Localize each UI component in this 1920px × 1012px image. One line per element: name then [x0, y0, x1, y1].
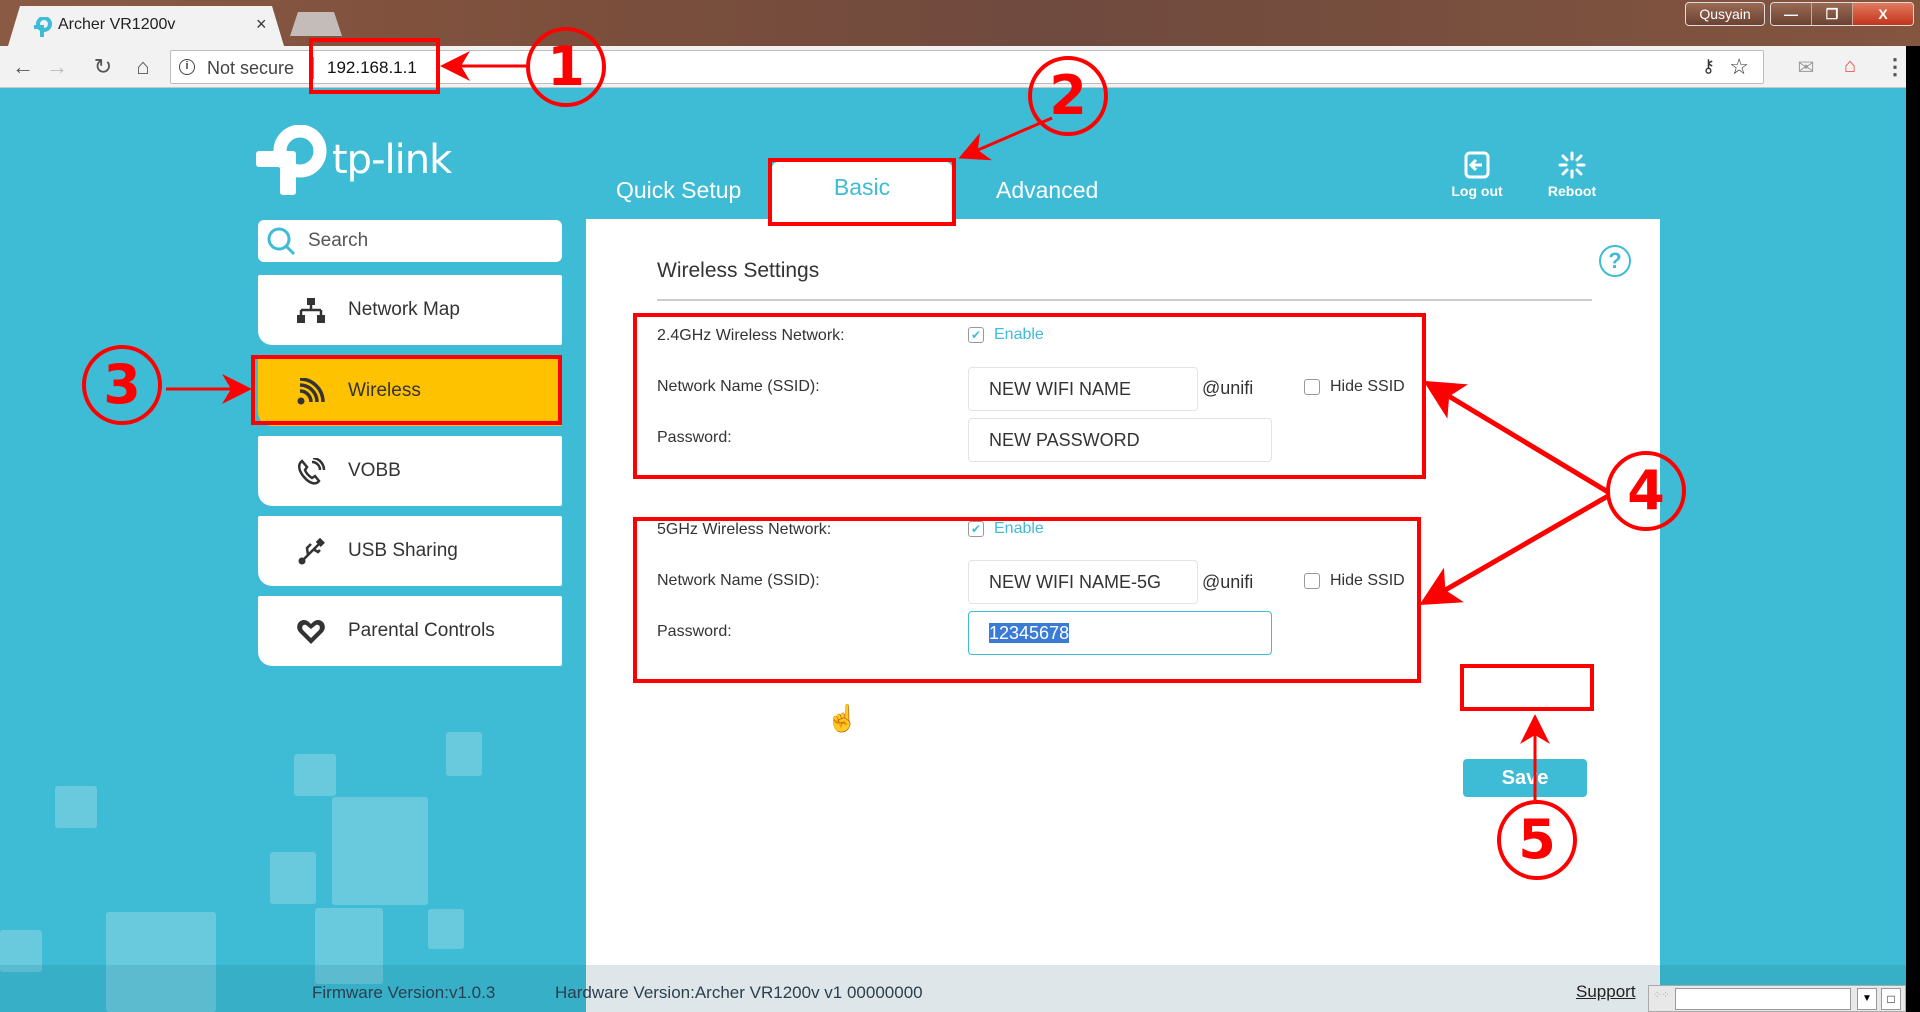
key-icon[interactable]: ⚷ — [1702, 56, 1715, 77]
section-divider — [657, 299, 1592, 301]
sidebar-item-label: Parental Controls — [348, 620, 495, 641]
sidebar-item-vobb[interactable]: VOBB — [258, 436, 562, 506]
support-link[interactable]: Support — [1576, 982, 1636, 1002]
sidebar-item-usb-sharing[interactable]: USB Sharing — [258, 516, 562, 586]
sidebar-item-label: VOBB — [348, 460, 401, 481]
window-controls: — ❐ X — [1770, 2, 1914, 26]
annotation-box-5ghz — [633, 517, 1421, 683]
tab-advanced[interactable]: Advanced — [996, 177, 1098, 204]
sidebar-item-label: USB Sharing — [348, 540, 458, 561]
tab-title: Archer VR1200v — [58, 16, 176, 33]
usb-icon — [298, 538, 325, 565]
firmware-version: Firmware Version:v1.0.3 — [312, 983, 496, 1002]
heart-icon — [297, 620, 325, 644]
hand-cursor-icon: ☝ — [826, 703, 859, 733]
sidebar-item-network-map[interactable]: Network Map — [258, 275, 562, 345]
back-icon[interactable]: ← — [10, 54, 36, 80]
info-icon[interactable]: i — [179, 59, 195, 75]
sidebar-search[interactable] — [258, 220, 562, 262]
help-icon[interactable]: ? — [1599, 245, 1631, 277]
close-window-button[interactable]: X — [1853, 3, 1913, 25]
reload-icon[interactable]: ↻ — [90, 54, 116, 80]
decor-square — [55, 786, 97, 828]
brand-name: tp-link — [332, 137, 452, 183]
annotation-box-url — [309, 38, 440, 94]
search-icon — [267, 227, 296, 256]
annotation-box-wireless — [251, 355, 562, 425]
annotation-step-5: 5 — [1497, 800, 1577, 880]
forward-icon[interactable]: → — [44, 54, 70, 80]
minimize-button[interactable]: — — [1771, 3, 1812, 25]
tplink-favicon-icon — [34, 17, 52, 37]
dropdown-arrow-icon[interactable]: ▼ — [1857, 988, 1877, 1010]
annotation-box-save — [1460, 664, 1594, 711]
widget-input[interactable] — [1675, 988, 1851, 1010]
menu-icon[interactable]: ⋮ — [1884, 54, 1906, 80]
annotation-step-3: 3 — [82, 345, 162, 425]
reboot-button[interactable]: Reboot — [1532, 151, 1612, 199]
decor-square — [428, 909, 464, 949]
sidebar-item-parental-controls[interactable]: Parental Controls — [258, 596, 562, 666]
annotation-step-2: 2 — [1028, 56, 1108, 136]
reboot-icon — [1558, 151, 1586, 179]
browser-tab[interactable]: Archer VR1200v × — [8, 6, 284, 46]
browser-toolbar: ← → ↻ ⌂ i Not secure 192.168.1.1 ⚷ ☆ ✉ ⌂… — [0, 46, 1920, 88]
mail-extension-icon[interactable]: ✉ — [1792, 55, 1820, 81]
logout-button[interactable]: Log out — [1437, 151, 1517, 199]
window-border — [1906, 46, 1920, 1012]
security-label[interactable]: Not secure — [207, 58, 294, 79]
grip-handle[interactable]: ⁘⁘ — [1653, 990, 1673, 1008]
decor-square — [294, 754, 336, 796]
profile-button[interactable]: Qusyain — [1685, 2, 1765, 26]
search-input[interactable] — [308, 228, 548, 254]
window-titlebar: Archer VR1200v × Qusyain — ❐ X — [0, 0, 1920, 46]
logout-icon — [1464, 151, 1490, 179]
taskbar-widget: ⁘⁘ ▼ □ — [1648, 985, 1906, 1012]
phone-icon — [298, 458, 326, 485]
decor-square — [446, 732, 482, 776]
home-icon[interactable]: ⌂ — [130, 54, 156, 80]
annotation-step-1: 1 — [526, 27, 606, 107]
network-map-icon — [297, 298, 325, 323]
annotation-step-4: 4 — [1606, 451, 1686, 531]
reboot-label: Reboot — [1547, 183, 1597, 199]
restore-button[interactable]: ❐ — [1812, 3, 1853, 25]
tab-close-button[interactable]: × — [256, 14, 267, 35]
tab-quick-setup[interactable]: Quick Setup — [616, 177, 741, 204]
sidebar-item-label: Network Map — [348, 299, 460, 320]
new-tab-button[interactable] — [290, 12, 342, 36]
home-extension-icon[interactable]: ⌂ — [1836, 55, 1864, 81]
annotation-box-24ghz — [633, 313, 1426, 479]
decor-square — [270, 852, 316, 904]
annotation-box-basic — [768, 158, 956, 226]
logout-label: Log out — [1451, 183, 1503, 199]
section-title: Wireless Settings — [657, 259, 820, 282]
tplink-logo-icon — [256, 125, 327, 195]
decor-square — [332, 797, 428, 905]
maximize-icon[interactable]: □ — [1881, 988, 1901, 1010]
save-button[interactable]: Save — [1463, 759, 1587, 797]
star-icon[interactable]: ☆ — [1729, 54, 1749, 80]
hardware-version: Hardware Version:Archer VR1200v v1 00000… — [555, 983, 923, 1002]
